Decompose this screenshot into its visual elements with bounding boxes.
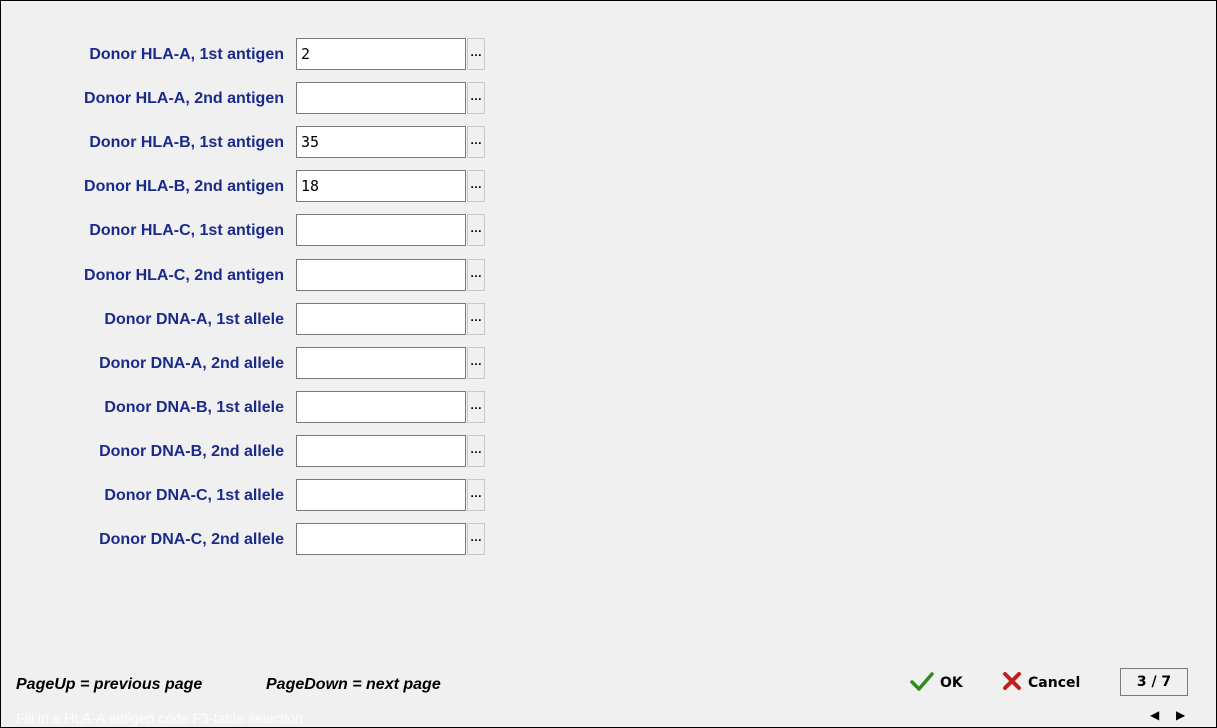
field-label: Donor DNA-A, 2nd allele (99, 355, 284, 372)
field-label: Donor HLA-C, 1st antigen (89, 222, 284, 239)
field-input[interactable] (296, 391, 466, 423)
lookup-button[interactable]: … (467, 523, 485, 555)
lookup-button[interactable]: … (467, 214, 485, 246)
page-down-hint: PageDown = next page (266, 676, 441, 693)
checkmark-icon (910, 671, 934, 695)
cancel-label: Cancel (1028, 675, 1081, 691)
lookup-button[interactable]: … (467, 435, 485, 467)
field-row: Donor DNA-C, 2nd allele … (0, 523, 520, 555)
field-row: Donor HLA-A, 1st antigen 2… (0, 38, 520, 70)
lookup-button[interactable]: … (467, 259, 485, 291)
field-input[interactable] (296, 479, 466, 511)
field-input[interactable] (296, 523, 466, 555)
field-label: Donor HLA-A, 1st antigen (89, 46, 284, 63)
field-input[interactable]: 2 (296, 38, 466, 70)
field-input[interactable] (296, 435, 466, 467)
status-text: Fill in a HLA-A antigen code F3-table se… (16, 710, 304, 726)
field-input[interactable] (296, 82, 466, 114)
field-label: Donor HLA-A, 2nd antigen (84, 90, 284, 107)
field-label: Donor DNA-B, 1st allele (104, 399, 284, 416)
field-input[interactable] (296, 259, 466, 291)
page-indicator: 3 / 7 (1120, 668, 1188, 696)
lookup-button[interactable]: … (467, 38, 485, 70)
lookup-button[interactable]: … (467, 126, 485, 158)
field-row: Donor HLA-B, 1st antigen 35… (0, 126, 520, 158)
lookup-button[interactable]: … (467, 303, 485, 335)
lookup-button[interactable]: … (467, 479, 485, 511)
field-row: Donor DNA-B, 1st allele … (0, 391, 520, 423)
lookup-button[interactable]: … (467, 170, 485, 202)
lookup-button[interactable]: … (467, 347, 485, 379)
field-input[interactable] (296, 303, 466, 335)
field-row: Donor HLA-A, 2nd antigen … (0, 82, 520, 114)
field-label: Donor HLA-B, 1st antigen (89, 134, 284, 151)
field-row: Donor DNA-A, 2nd allele … (0, 347, 520, 379)
field-label: Donor DNA-C, 2nd allele (99, 531, 284, 548)
right-triangle-icon[interactable]: ▶ (1176, 708, 1185, 722)
field-label: Donor DNA-A, 1st allele (104, 311, 284, 328)
lookup-button[interactable]: … (467, 391, 485, 423)
page-up-hint: PageUp = previous page (16, 676, 203, 693)
field-row: Donor DNA-A, 1st allele … (0, 303, 520, 335)
cross-icon (1002, 671, 1022, 695)
lookup-button[interactable]: … (467, 82, 485, 114)
field-label: Donor HLA-B, 2nd antigen (84, 178, 284, 195)
field-input[interactable] (296, 347, 466, 379)
field-row: Donor DNA-B, 2nd allele … (0, 435, 520, 467)
field-label: Donor DNA-C, 1st allele (104, 487, 284, 504)
ok-label: OK (940, 675, 963, 691)
field-row: Donor HLA-B, 2nd antigen 18… (0, 170, 520, 202)
field-input[interactable]: 18 (296, 170, 466, 202)
ok-button[interactable]: OK (910, 670, 963, 696)
field-row: Donor DNA-C, 1st allele … (0, 479, 520, 511)
cancel-button[interactable]: Cancel (1002, 670, 1080, 696)
field-row: Donor HLA-C, 1st antigen … (0, 214, 520, 246)
field-label: Donor DNA-B, 2nd allele (99, 443, 284, 460)
field-input[interactable]: 35 (296, 126, 466, 158)
left-triangle-icon[interactable]: ◀ (1150, 708, 1159, 722)
field-label: Donor HLA-C, 2nd antigen (84, 267, 284, 284)
field-input[interactable] (296, 214, 466, 246)
field-row: Donor HLA-C, 2nd antigen … (0, 259, 520, 291)
